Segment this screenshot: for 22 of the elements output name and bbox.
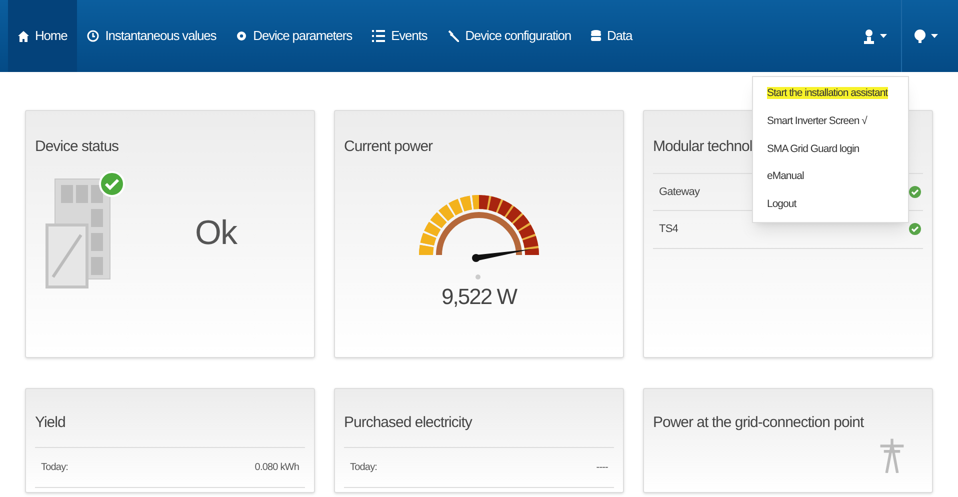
card-title: Device status — [35, 137, 120, 157]
card-title: Current power — [344, 137, 434, 157]
row-label: Today: — [350, 460, 378, 474]
card-title: Yield — [35, 398, 305, 448]
row-value: ---- — [596, 460, 608, 474]
card-title: Purchased electricity — [344, 398, 614, 448]
nav-tab[interactable]: Home — [8, 0, 78, 72]
row-value: 0.080 kWh — [254, 460, 299, 474]
nav-tab[interactable]: Events — [362, 0, 438, 72]
row-label: Today: — [41, 460, 68, 474]
card-title: Power at the grid-connection point — [653, 413, 865, 433]
status-text: Ok — [195, 213, 236, 254]
nav-tab[interactable]: Data — [581, 0, 642, 72]
menu-item[interactable]: Logout — [753, 192, 908, 218]
menu-item[interactable]: Start the installation assistant — [753, 81, 908, 107]
menu-item[interactable]: SMA Grid Guard login — [753, 136, 908, 162]
nav-tab[interactable]: Device configuration — [437, 0, 582, 72]
power-value: 9,522 W — [442, 282, 516, 310]
module-name: TS4 — [659, 222, 678, 237]
nav-tab[interactable]: Device parameters — [226, 0, 362, 72]
module-name: Gateway — [659, 184, 700, 200]
nav-tab[interactable]: Instantaneous values — [77, 0, 226, 72]
